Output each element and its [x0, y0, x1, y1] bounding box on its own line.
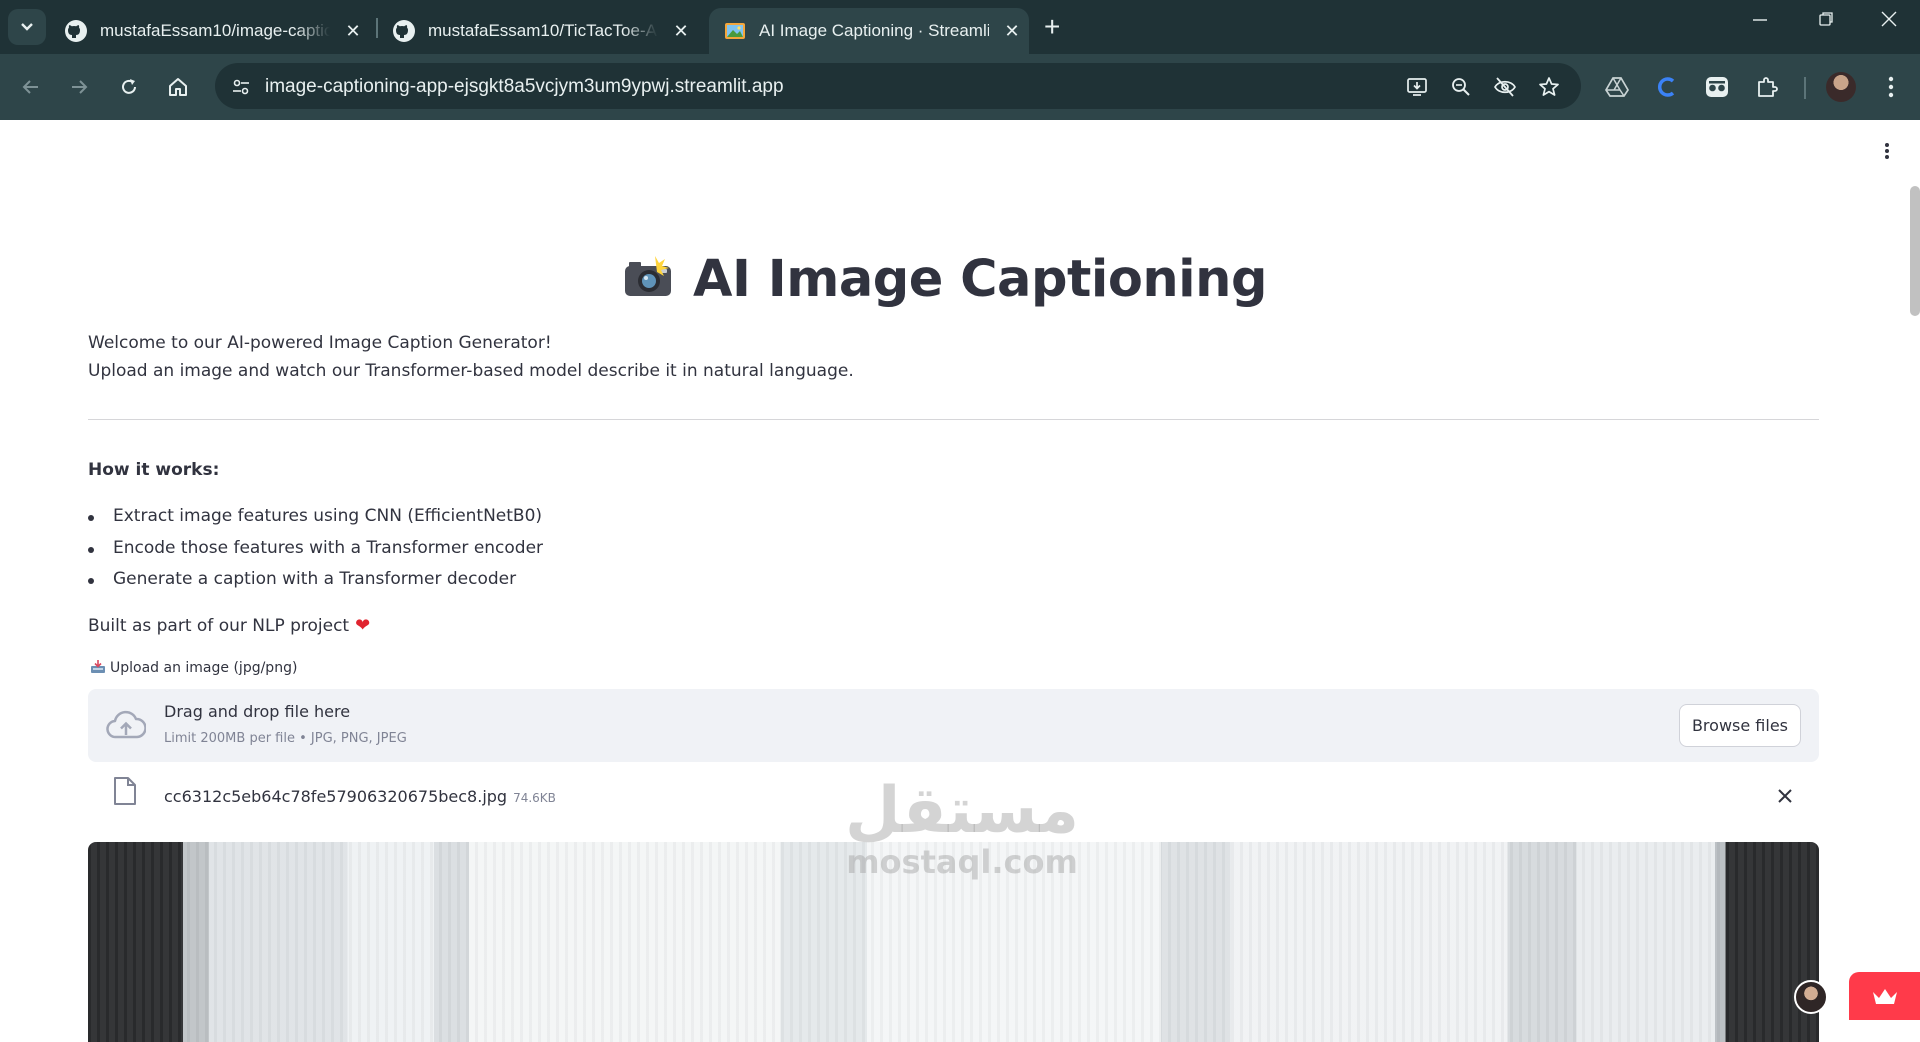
divider [88, 419, 1819, 420]
built-note-text: Built as part of our NLP project [88, 616, 350, 636]
tab-streamlit-app[interactable]: AI Image Captioning · Streamlit ✕ [709, 8, 1029, 54]
streamlit-crown-button[interactable] [1849, 972, 1920, 1020]
page-scrollbar[interactable] [1910, 186, 1920, 316]
app-menu-icon[interactable] [1884, 142, 1890, 160]
close-tab-icon[interactable]: ✕ [342, 21, 364, 42]
watermark-latin: mostaql.com [846, 843, 1078, 881]
viewer-avatar[interactable] [1794, 980, 1828, 1014]
reload-icon[interactable] [114, 72, 144, 102]
tab-title: mustafaEssam10/image-caption [100, 21, 330, 40]
new-tab-plus-icon[interactable]: + [1044, 13, 1060, 41]
built-note: Built as part of our NLP project ❤ [88, 615, 370, 636]
github-icon [65, 20, 87, 42]
url-text[interactable]: image-captioning-app-ejsgkt8a5vcjym3um9y… [265, 76, 784, 98]
intro-line-2: Upload an image and watch our Transforme… [88, 361, 854, 381]
c-extension-icon[interactable] [1654, 74, 1680, 100]
intro-line-1: Welcome to our AI-powered Image Caption … [88, 333, 552, 353]
close-tab-icon[interactable]: ✕ [670, 21, 692, 42]
page-title: AI Image Captioning [0, 250, 1888, 309]
crown-icon [1872, 989, 1897, 1004]
browser-toolbar: image-captioning-app-ejsgkt8a5vcjym3um9y… [0, 54, 1920, 120]
how-it-works-heading: How it works: [88, 460, 220, 480]
file-name-line: cc6312c5eb64c78fe57906320675bec8.jpg 74.6… [164, 787, 556, 806]
forward-arrow-icon[interactable] [64, 72, 94, 102]
back-arrow-icon[interactable] [16, 72, 46, 102]
mostaql-watermark: مستقل mostaql.com [832, 777, 1092, 879]
file-icon [114, 777, 136, 805]
camera-flash-icon [621, 252, 675, 296]
upload-label: Upload an image (jpg/png) [90, 660, 297, 676]
list-item: Extract image features using CNN (Effici… [113, 506, 543, 526]
extensions-puzzle-icon[interactable] [1754, 74, 1780, 100]
close-window-icon[interactable] [1881, 10, 1897, 33]
browse-files-button[interactable]: Browse files [1678, 704, 1801, 747]
file-size: 74.6KB [513, 791, 556, 805]
tab-github-tictactoe[interactable]: mustafaEssam10/TicTacToe-AI: A ✕ [392, 8, 692, 54]
github-icon [393, 20, 415, 42]
close-tab-icon[interactable]: ✕ [1001, 21, 1023, 42]
bookmark-star-icon[interactable] [1537, 75, 1561, 99]
install-app-icon[interactable] [1405, 75, 1429, 99]
chevron-down-icon [21, 23, 33, 31]
tab-title: AI Image Captioning · Streamlit [759, 21, 989, 40]
file-name: cc6312c5eb64c78fe57906320675bec8.jpg [164, 787, 508, 806]
list-item: Encode those features with a Transformer… [113, 538, 544, 558]
incognito-extension-icon[interactable] [1704, 74, 1730, 100]
list-item: Generate a caption with a Transformer de… [113, 569, 517, 589]
site-settings-icon[interactable] [229, 75, 253, 99]
minimize-icon[interactable] [1752, 10, 1768, 33]
home-icon[interactable] [163, 72, 193, 102]
toolbar-divider [1804, 77, 1806, 99]
upload-label-text: Upload an image (jpg/png) [110, 660, 298, 676]
zoom-icon[interactable] [1449, 75, 1473, 99]
eye-hidden-icon[interactable] [1493, 75, 1517, 99]
dropzone-title: Drag and drop file here [164, 702, 351, 721]
cloud-upload-icon [106, 710, 146, 739]
restore-icon[interactable] [1818, 10, 1834, 33]
file-dropzone[interactable]: Drag and drop file here Limit 200MB per … [88, 689, 1819, 762]
tab-separator [376, 18, 378, 38]
inbox-tray-icon [91, 660, 105, 673]
profile-avatar[interactable] [1826, 72, 1856, 102]
address-bar[interactable]: image-captioning-app-ejsgkt8a5vcjym3um9y… [215, 63, 1581, 109]
list-bullet [88, 578, 94, 584]
drive-extension-icon[interactable] [1604, 74, 1630, 100]
streamlit-image-icon [725, 23, 745, 39]
tab-github-image-caption[interactable]: mustafaEssam10/image-caption ✕ [64, 8, 364, 54]
list-bullet [88, 547, 94, 553]
dropzone-limit-text: Limit 200MB per file • JPG, PNG, JPEG [164, 731, 407, 746]
list-bullet [88, 515, 94, 521]
remove-file-icon[interactable] [1777, 784, 1793, 810]
tab-search-button[interactable] [8, 9, 46, 45]
browser-tab-strip: mustafaEssam10/image-caption ✕ mustafaEs… [0, 0, 1920, 54]
watermark-arabic: مستقل [844, 774, 1080, 848]
heart-icon: ❤ [355, 615, 371, 636]
browser-menu-icon[interactable] [1878, 74, 1904, 100]
tab-title: mustafaEssam10/TicTacToe-AI: A [428, 21, 658, 40]
page-title-text: AI Image Captioning [693, 250, 1267, 309]
